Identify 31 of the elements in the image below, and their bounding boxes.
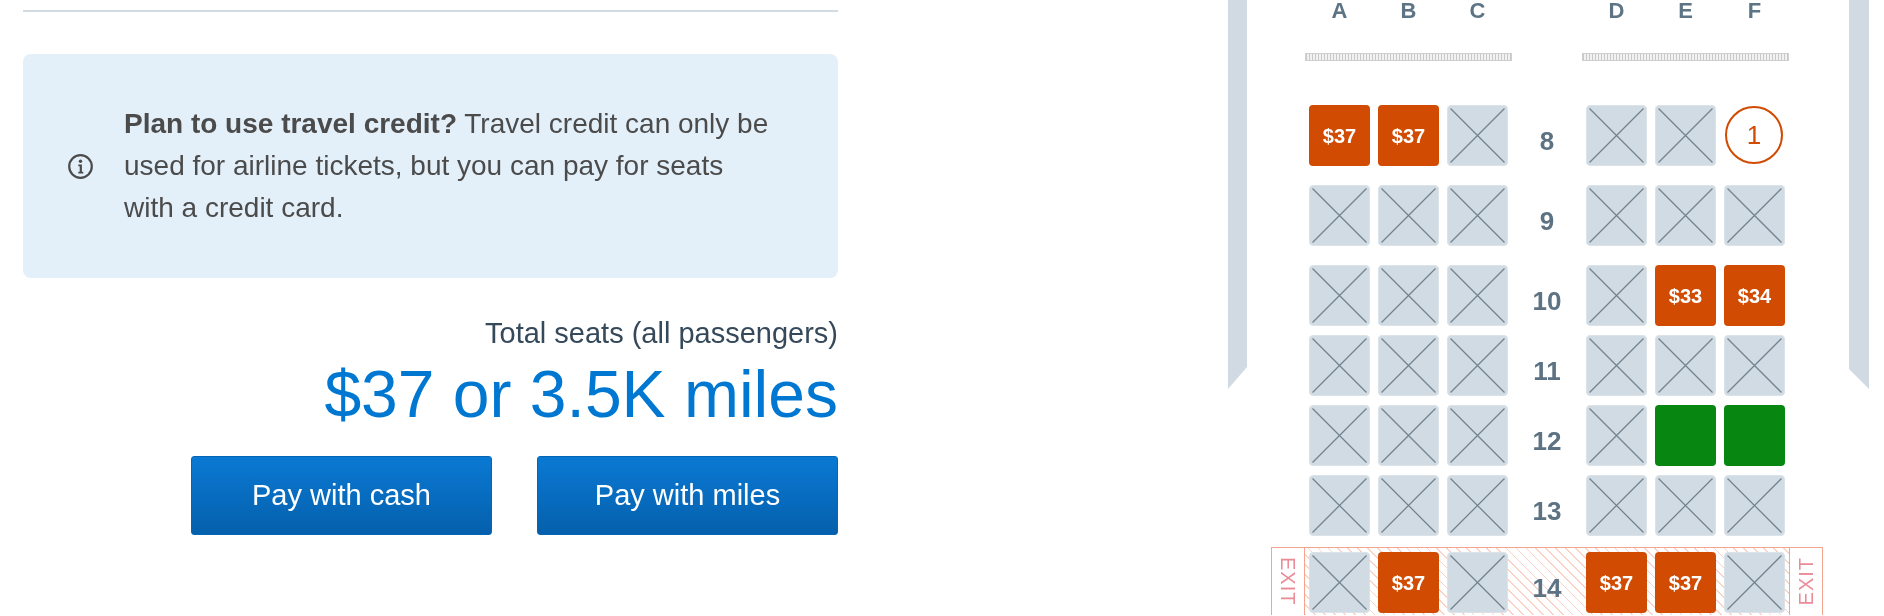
column-letter: B [1400,0,1417,22]
column-letter: C [1469,0,1486,22]
column-letter: D [1608,0,1625,22]
row-number: 11 [1533,356,1561,385]
paid-seat[interactable]: $37 [1378,105,1439,166]
exit-label: EXIT [1794,557,1817,606]
open-seat[interactable] [1655,405,1716,466]
info-icon [68,153,93,179]
row-number: 10 [1532,286,1562,315]
pay-cash-button[interactable]: Pay with cash [191,456,492,535]
total-price: $37 or 3.5K miles [324,358,838,430]
column-letter: A [1331,0,1348,22]
paid-seat[interactable]: $37 [1655,552,1716,613]
paid-seat[interactable]: $37 [1378,552,1439,613]
total-label: Total seats (all passengers) [485,316,838,351]
info-message: Plan to use travel credit? Travel credit can only be used for airline tickets, but you can pay for seats with a credit card. [124,107,770,225]
exit-label: EXIT [1277,557,1299,606]
row-number: 12 [1532,426,1562,455]
assigned-seat[interactable]: 1 [1725,106,1783,164]
row-number: 14 [1532,573,1562,602]
column-letter: E [1678,0,1693,22]
paid-seat[interactable]: $33 [1655,265,1716,326]
row-number: 13 [1532,496,1562,525]
row-number: 9 [1539,206,1555,235]
row-number: 8 [1539,126,1555,155]
open-seat[interactable] [1724,405,1785,466]
column-letter: F [1747,0,1762,22]
paid-seat[interactable]: $37 [1309,105,1370,166]
paid-seat[interactable]: $37 [1586,552,1647,613]
paid-seat[interactable]: $34 [1724,265,1785,326]
pay-miles-button[interactable]: Pay with miles [537,456,838,535]
